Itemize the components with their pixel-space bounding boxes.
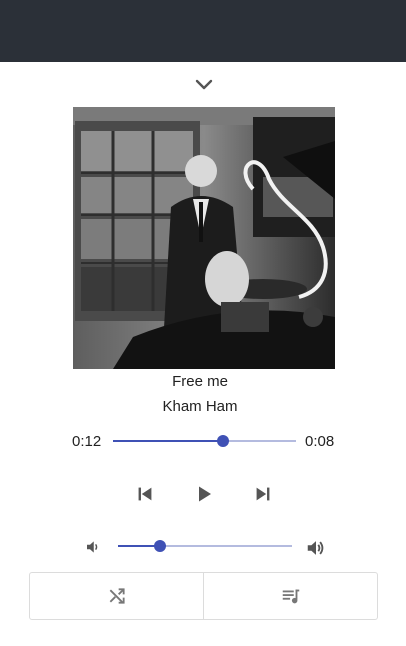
shuffle-icon (109, 588, 125, 604)
track-artist: Kham Ham (162, 398, 238, 415)
queue-button[interactable] (203, 573, 377, 619)
time-remaining: 0:08 (305, 433, 335, 450)
shuffle-button[interactable] (30, 573, 203, 619)
track-title: Free me (172, 373, 228, 390)
progress-fill (113, 440, 223, 442)
top-bar (0, 0, 406, 62)
bottom-action-bar (29, 572, 378, 620)
volume-up-icon[interactable] (305, 537, 327, 559)
playlist-icon (282, 589, 299, 604)
next-button[interactable] (249, 480, 277, 508)
volume-down-icon[interactable] (84, 538, 102, 556)
album-art (73, 107, 335, 369)
play-button[interactable] (190, 480, 218, 508)
play-icon (199, 486, 211, 502)
skip-next-icon (256, 487, 270, 501)
time-elapsed: 0:12 (72, 433, 102, 450)
progress-thumb[interactable] (216, 435, 229, 447)
volume-thumb[interactable] (153, 540, 166, 552)
previous-button[interactable] (131, 480, 159, 508)
collapse-button[interactable] (192, 74, 216, 96)
skip-previous-icon (138, 487, 152, 501)
chevron-down-icon (195, 79, 213, 90)
volume-slider[interactable] (118, 540, 292, 552)
album-art-image (73, 107, 335, 369)
progress-slider[interactable] (113, 435, 296, 447)
